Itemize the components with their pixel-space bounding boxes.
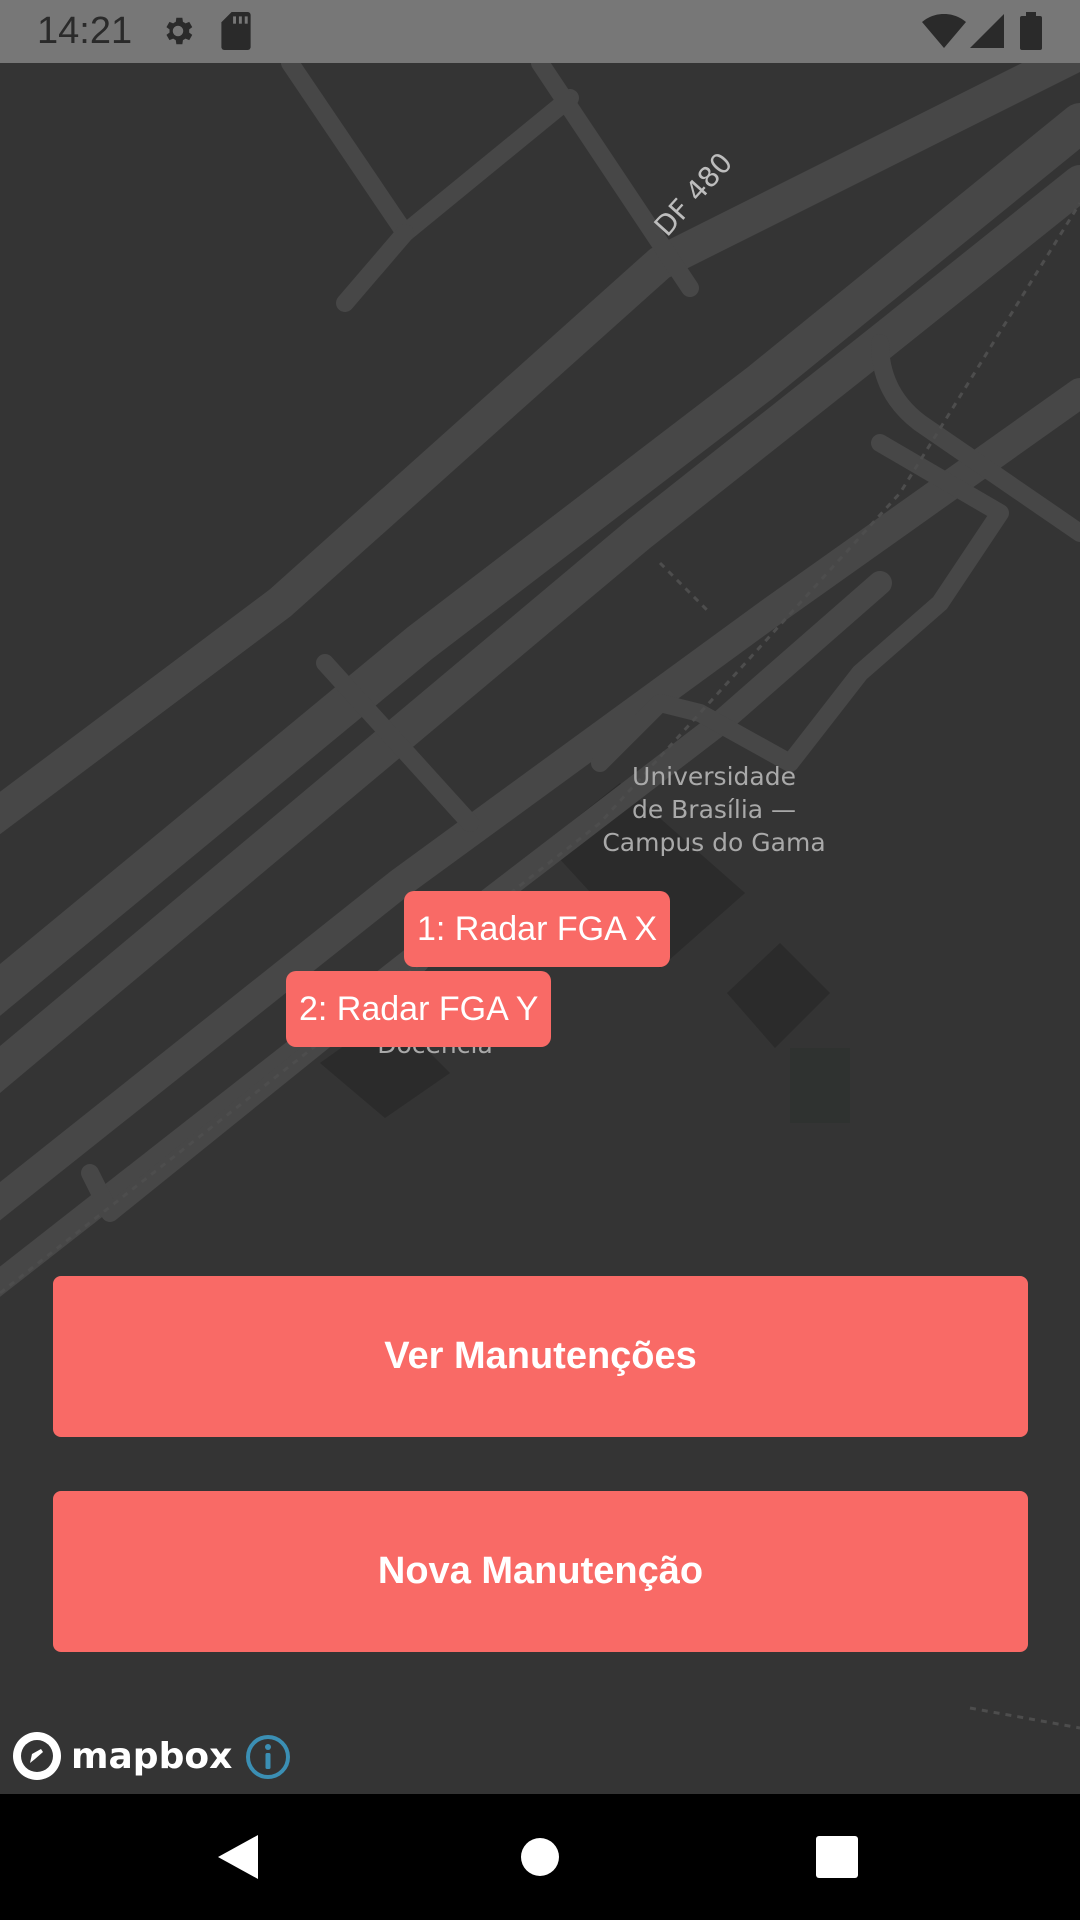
marker-radar-fga-y[interactable]: 2: Radar FGA Y: [286, 971, 552, 1047]
info-icon[interactable]: [244, 1733, 292, 1781]
navigation-bar: [0, 1794, 1080, 1920]
cell-signal-icon: [970, 14, 1004, 53]
status-time: 14:21: [37, 10, 133, 52]
nova-manutencao-button[interactable]: Nova Manutenção: [53, 1491, 1028, 1652]
mapbox-wordmark: mapbox: [71, 1735, 233, 1777]
mapbox-logo[interactable]: mapbox: [11, 1728, 232, 1784]
battery-icon: [1020, 12, 1042, 55]
wifi-icon: [922, 13, 966, 53]
sd-card-icon: [221, 12, 251, 55]
place-label: Universidade de Brasília — Campus do Gam…: [602, 762, 826, 857]
recents-icon[interactable]: [797, 1794, 877, 1920]
ver-manutencoes-button[interactable]: Ver Manutenções: [53, 1276, 1028, 1437]
gear-icon: [160, 12, 196, 55]
back-icon[interactable]: [198, 1794, 278, 1920]
mapbox-logo-icon: [13, 1732, 61, 1780]
status-bar: 14:21: [0, 0, 1080, 63]
home-icon[interactable]: [500, 1794, 580, 1920]
marker-radar-fga-x[interactable]: 1: Radar FGA X: [404, 891, 670, 967]
app-screen: 14:21 DF 480 Universidade de Brasília — …: [0, 0, 1080, 1920]
